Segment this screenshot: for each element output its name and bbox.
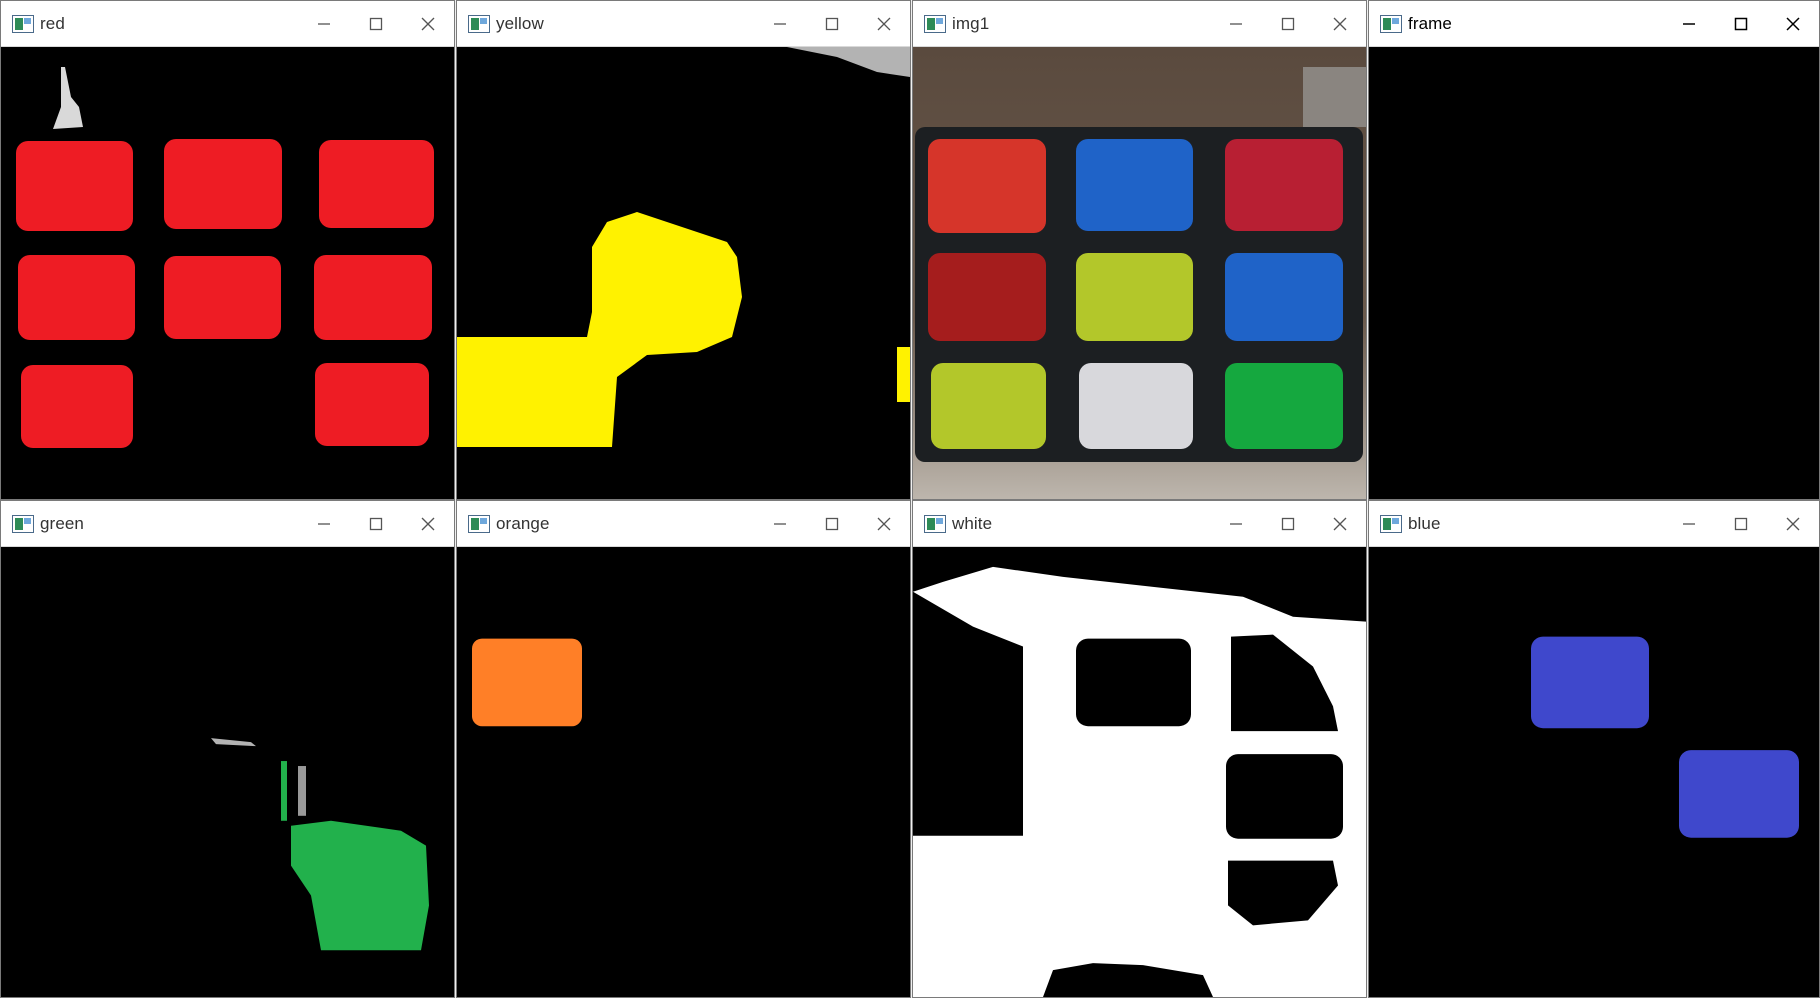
- window-title: orange: [496, 513, 550, 533]
- close-icon[interactable]: [402, 501, 454, 546]
- maximize-icon[interactable]: [1715, 501, 1767, 546]
- maximize-icon[interactable]: [350, 501, 402, 546]
- cube-tile-yellowgreen: [931, 363, 1046, 449]
- frame-view: [1369, 47, 1819, 499]
- window-white[interactable]: white: [912, 500, 1367, 998]
- titlebar-green[interactable]: green: [1, 501, 454, 547]
- maximize-icon[interactable]: [806, 1, 858, 46]
- minimize-icon[interactable]: [1210, 501, 1262, 546]
- cube-tile-crimson: [1225, 139, 1343, 231]
- minimize-icon[interactable]: [1663, 1, 1715, 46]
- minimize-icon[interactable]: [1210, 1, 1262, 46]
- maximize-icon[interactable]: [806, 501, 858, 546]
- red-blob: [315, 363, 429, 446]
- minimize-icon[interactable]: [754, 501, 806, 546]
- app-icon: [12, 14, 34, 33]
- cube-tile-blue: [1225, 253, 1343, 341]
- window-orange[interactable]: orange: [456, 500, 911, 998]
- yellow-blob: [897, 347, 910, 402]
- cube-tile-blue: [1076, 139, 1193, 231]
- red-blob: [16, 141, 133, 231]
- app-icon: [924, 14, 946, 33]
- cube-tile-darkred: [928, 253, 1046, 341]
- window-title: yellow: [496, 13, 544, 33]
- window-title: img1: [952, 13, 990, 33]
- blue-blob: [1679, 750, 1799, 838]
- close-icon[interactable]: [1314, 501, 1366, 546]
- red-blob: [18, 255, 135, 340]
- app-icon: [468, 514, 490, 533]
- minimize-icon[interactable]: [298, 501, 350, 546]
- mask-view-green: [1, 547, 454, 997]
- white-mask-hole: [1076, 638, 1191, 727]
- camera-image-cube: [913, 47, 1366, 499]
- titlebar-white[interactable]: white: [913, 501, 1366, 547]
- mask-view-yellow: [457, 47, 910, 499]
- red-blob: [164, 139, 282, 229]
- titlebar-yellow[interactable]: yellow: [457, 1, 910, 47]
- app-icon: [1380, 14, 1402, 33]
- window-title: white: [952, 513, 993, 533]
- close-icon[interactable]: [858, 501, 910, 546]
- maximize-icon[interactable]: [350, 1, 402, 46]
- cube-tile-red: [928, 139, 1046, 233]
- mask-view-orange: [457, 547, 910, 997]
- app-icon: [1380, 514, 1402, 533]
- minimize-icon[interactable]: [298, 1, 350, 46]
- maximize-icon[interactable]: [1715, 1, 1767, 46]
- minimize-icon[interactable]: [1663, 501, 1715, 546]
- close-icon[interactable]: [1314, 1, 1366, 46]
- mask-view-blue: [1369, 547, 1819, 997]
- titlebar-blue[interactable]: blue: [1369, 501, 1819, 547]
- window-title: red: [40, 13, 65, 33]
- titlebar-frame[interactable]: frame: [1369, 1, 1819, 47]
- titlebar-red[interactable]: red: [1, 1, 454, 47]
- mask-view-red: [1, 47, 454, 499]
- window-yellow[interactable]: yellow: [456, 0, 911, 500]
- maximize-icon[interactable]: [1262, 1, 1314, 46]
- orange-blob: [472, 638, 582, 727]
- red-blob: [314, 255, 432, 340]
- close-icon[interactable]: [1767, 501, 1819, 546]
- window-red[interactable]: red: [0, 0, 455, 500]
- titlebar-img1[interactable]: img1: [913, 1, 1366, 47]
- app-icon: [924, 514, 946, 533]
- mask-view-white: [913, 547, 1366, 997]
- app-icon: [468, 14, 490, 33]
- red-blob: [164, 256, 281, 339]
- red-blob: [21, 365, 133, 448]
- red-blob: [319, 140, 434, 228]
- close-icon[interactable]: [1767, 1, 1819, 46]
- window-img1[interactable]: img1: [912, 0, 1367, 500]
- close-icon[interactable]: [858, 1, 910, 46]
- window-frame[interactable]: frame: [1368, 0, 1820, 500]
- close-icon[interactable]: [402, 1, 454, 46]
- white-mask-hole: [1226, 754, 1343, 839]
- minimize-icon[interactable]: [754, 1, 806, 46]
- window-title: blue: [1408, 513, 1441, 533]
- window-green[interactable]: green: [0, 500, 455, 998]
- cube-tile-green: [1225, 363, 1343, 449]
- cube-tile-yellowgreen: [1076, 253, 1193, 341]
- titlebar-orange[interactable]: orange: [457, 501, 910, 547]
- app-icon: [12, 514, 34, 533]
- window-title: frame: [1408, 13, 1452, 33]
- blue-blob: [1531, 636, 1649, 729]
- window-title: green: [40, 513, 84, 533]
- window-blue[interactable]: blue: [1368, 500, 1820, 998]
- maximize-icon[interactable]: [1262, 501, 1314, 546]
- cube-tile-white: [1079, 363, 1193, 449]
